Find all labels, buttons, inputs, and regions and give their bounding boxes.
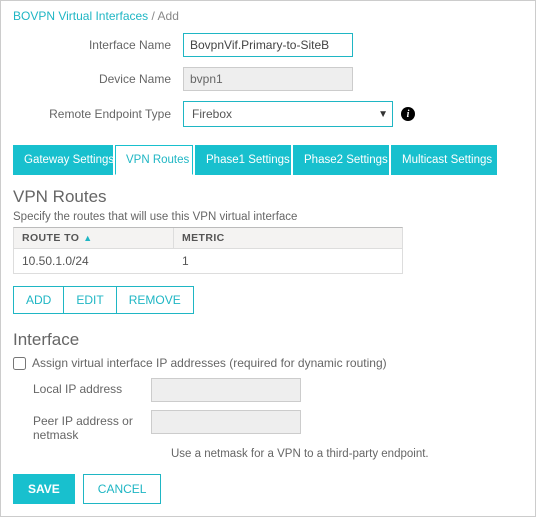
peer-ip-hint: Use a netmask for a VPN to a third-party… [171, 448, 523, 460]
local-ip-input [151, 378, 301, 402]
breadcrumb-sep: / [152, 9, 155, 23]
edit-button[interactable]: EDIT [64, 286, 116, 314]
remote-endpoint-value: Firebox [192, 107, 232, 121]
chevron-down-icon: ▼ [378, 109, 388, 120]
sort-asc-icon: ▲ [83, 233, 92, 243]
local-ip-label: Local IP address [33, 378, 151, 396]
breadcrumb: BOVPN Virtual Interfaces / Add [13, 9, 523, 23]
info-icon[interactable]: i [401, 107, 415, 121]
interface-name-input[interactable] [183, 33, 353, 57]
interface-heading: Interface [13, 330, 523, 350]
assign-ip-checkbox[interactable] [13, 357, 26, 370]
breadcrumb-root-link[interactable]: BOVPN Virtual Interfaces [13, 9, 148, 23]
vpn-routes-heading: VPN Routes [13, 187, 523, 207]
tab-bar: Gateway Settings VPN Routes Phase1 Setti… [13, 145, 523, 175]
remote-endpoint-label: Remote Endpoint Type [13, 107, 183, 121]
add-button[interactable]: ADD [13, 286, 64, 314]
cancel-button[interactable]: CANCEL [83, 474, 162, 504]
breadcrumb-current: Add [158, 9, 179, 23]
interface-name-label: Interface Name [13, 38, 183, 52]
vpn-routes-desc: Specify the routes that will use this VP… [13, 211, 523, 223]
tab-phase1-settings[interactable]: Phase1 Settings [195, 145, 291, 175]
tab-multicast-settings[interactable]: Multicast Settings [391, 145, 497, 175]
save-button[interactable]: SAVE [13, 474, 75, 504]
cell-route: 10.50.1.0/24 [14, 249, 174, 273]
vpn-routes-table: ROUTE TO ▲ METRIC 10.50.1.0/24 1 [13, 227, 403, 274]
tab-vpn-routes[interactable]: VPN Routes [115, 145, 193, 175]
col-header-metric[interactable]: METRIC [174, 228, 402, 248]
peer-ip-label: Peer IP address or netmask [33, 410, 151, 442]
remove-button[interactable]: REMOVE [117, 286, 194, 314]
table-row[interactable]: 10.50.1.0/24 1 [14, 249, 402, 273]
assign-ip-checkbox-row[interactable]: Assign virtual interface IP addresses (r… [13, 356, 523, 370]
peer-ip-input [151, 410, 301, 434]
tab-gateway-settings[interactable]: Gateway Settings [13, 145, 113, 175]
tab-phase2-settings[interactable]: Phase2 Settings [293, 145, 389, 175]
remote-endpoint-select[interactable]: Firebox ▼ [183, 101, 393, 127]
device-name-input [183, 67, 353, 91]
col-header-route-to[interactable]: ROUTE TO ▲ [14, 228, 174, 248]
cell-metric: 1 [174, 249, 402, 273]
assign-ip-label: Assign virtual interface IP addresses (r… [32, 356, 387, 370]
device-name-label: Device Name [13, 72, 183, 86]
